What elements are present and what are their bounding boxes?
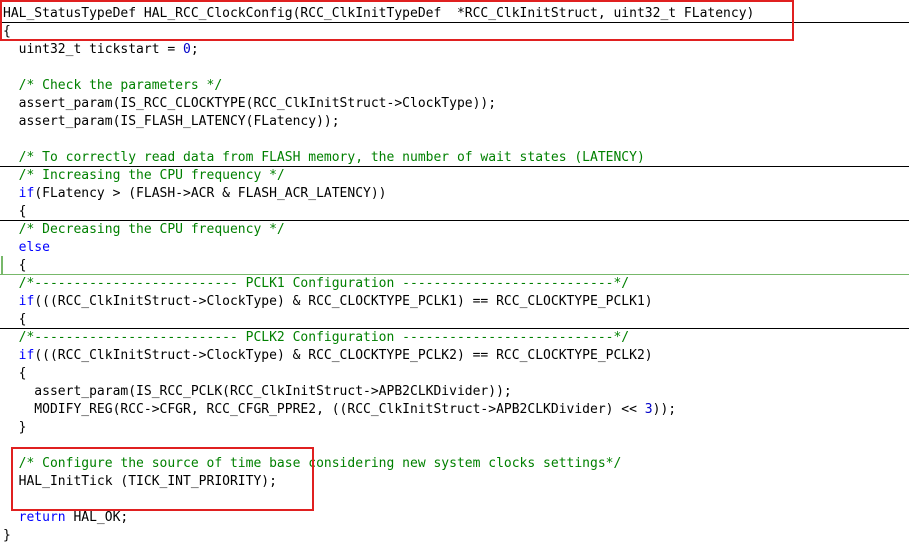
code-line[interactable]: if(((RCC_ClkInitStruct->ClockType) & RCC… bbox=[0, 347, 909, 365]
code-line-text: HAL_InitTick (TICK_INT_PRIORITY); bbox=[3, 473, 277, 491]
code-token-plain: assert_param(IS_RCC_PCLK(RCC_ClkInitStru… bbox=[3, 384, 512, 399]
code-line-text: { bbox=[3, 311, 27, 329]
code-token-keyword: else bbox=[18, 240, 50, 255]
code-token-plain: HAL_StatusTypeDef HAL_RCC_ClockConfig(RC… bbox=[3, 6, 755, 21]
code-token-keyword: if bbox=[18, 348, 35, 363]
code-token-plain: { bbox=[3, 366, 27, 381]
code-line[interactable]: assert_param(IS_FLASH_LATENCY(FLatency))… bbox=[0, 113, 909, 131]
code-line-text: { bbox=[3, 257, 27, 275]
code-line[interactable]: { bbox=[0, 365, 909, 383]
code-line-text: /* Check the parameters */ bbox=[3, 77, 223, 95]
code-token-plain: HAL_OK; bbox=[65, 510, 129, 525]
code-line[interactable]: else bbox=[0, 239, 909, 257]
code-line[interactable]: { bbox=[0, 23, 909, 41]
code-line[interactable]: return HAL_OK; bbox=[0, 509, 909, 527]
code-line-text: /* Configure the source of time base con… bbox=[3, 455, 622, 473]
code-token-number: 0 bbox=[183, 42, 191, 57]
code-line-text: { bbox=[3, 365, 27, 383]
code-line[interactable] bbox=[0, 491, 909, 509]
code-line-text: { bbox=[3, 203, 27, 221]
code-line-text: } bbox=[3, 419, 27, 437]
code-token-plain: uint32_t tickstart = bbox=[3, 42, 184, 57]
code-token-number: 3 bbox=[644, 402, 653, 417]
code-line-text: if(FLatency > (FLASH->ACR & FLASH_ACR_LA… bbox=[3, 185, 387, 203]
code-line-text: MODIFY_REG(RCC->CFGR, RCC_CFGR_PPRE2, ((… bbox=[3, 401, 676, 419]
code-line-text: HAL_StatusTypeDef HAL_RCC_ClockConfig(RC… bbox=[3, 5, 754, 23]
code-line-text: /* Decreasing the CPU frequency */ bbox=[3, 221, 285, 239]
code-line[interactable]: if(FLatency > (FLASH->ACR & FLASH_ACR_LA… bbox=[0, 185, 909, 203]
code-line[interactable]: { bbox=[0, 311, 909, 329]
code-line[interactable]: if(((RCC_ClkInitStruct->ClockType) & RCC… bbox=[0, 293, 909, 311]
code-token-plain: { bbox=[3, 258, 27, 273]
code-line[interactable]: assert_param(IS_RCC_PCLK(RCC_ClkInitStru… bbox=[0, 383, 909, 401]
code-token-plain: ; bbox=[190, 42, 199, 57]
code-token-plain: } bbox=[3, 528, 11, 543]
code-token-plain: (FLatency > (FLASH->ACR & FLASH_ACR_LATE… bbox=[34, 186, 387, 201]
code-line-text: /* To correctly read data from FLASH mem… bbox=[3, 149, 645, 167]
code-line-text: { bbox=[3, 23, 11, 41]
code-token-comment: /* Increasing the CPU frequency */ bbox=[3, 168, 285, 183]
code-line-text: /* Increasing the CPU frequency */ bbox=[3, 167, 285, 185]
code-line-text: assert_param(IS_FLASH_LATENCY(FLatency))… bbox=[3, 113, 340, 131]
code-token-plain: } bbox=[3, 420, 27, 435]
code-token-comment: /* To correctly read data from FLASH mem… bbox=[3, 150, 645, 165]
code-line[interactable]: /*-------------------------- PCLK2 Confi… bbox=[0, 329, 909, 347]
code-token-plain: MODIFY_REG(RCC->CFGR, RCC_CFGR_PPRE2, ((… bbox=[3, 402, 645, 417]
code-line[interactable]: uint32_t tickstart = 0; bbox=[0, 41, 909, 59]
code-line[interactable]: /*-------------------------- PCLK1 Confi… bbox=[0, 275, 909, 293]
code-token-plain: assert_param(IS_RCC_CLOCKTYPE(RCC_ClkIni… bbox=[3, 96, 497, 111]
code-line-text: } bbox=[3, 527, 11, 545]
code-line-text: if(((RCC_ClkInitStruct->ClockType) & RCC… bbox=[3, 293, 653, 311]
code-line[interactable] bbox=[0, 131, 909, 149]
code-token-plain: )); bbox=[652, 402, 677, 417]
code-line[interactable]: MODIFY_REG(RCC->CFGR, RCC_CFGR_PPRE2, ((… bbox=[0, 401, 909, 419]
code-line[interactable]: /* Decreasing the CPU frequency */ bbox=[0, 221, 909, 239]
code-line[interactable]: { bbox=[0, 203, 909, 221]
code-token-plain: { bbox=[3, 24, 11, 39]
code-line-text: return HAL_OK; bbox=[3, 509, 129, 527]
code-line[interactable]: } bbox=[0, 419, 909, 437]
code-line[interactable] bbox=[0, 437, 909, 455]
code-token-comment: /*-------------------------- PCLK2 Confi… bbox=[3, 330, 630, 345]
code-line-text: assert_param(IS_RCC_PCLK(RCC_ClkInitStru… bbox=[3, 383, 512, 401]
code-token-plain: HAL_InitTick (TICK_INT_PRIORITY); bbox=[3, 474, 277, 489]
code-line[interactable]: { bbox=[0, 257, 909, 275]
code-token-plain: { bbox=[3, 312, 27, 327]
code-line[interactable] bbox=[0, 59, 909, 77]
code-token-plain: (((RCC_ClkInitStruct->ClockType) & RCC_C… bbox=[34, 294, 653, 309]
code-line-text: assert_param(IS_RCC_CLOCKTYPE(RCC_ClkIni… bbox=[3, 95, 496, 113]
code-token-keyword: if bbox=[18, 186, 35, 201]
code-line[interactable]: HAL_StatusTypeDef HAL_RCC_ClockConfig(RC… bbox=[0, 5, 909, 23]
code-editor[interactable]: HAL_StatusTypeDef HAL_RCC_ClockConfig(RC… bbox=[0, 0, 909, 553]
code-line[interactable]: /* Check the parameters */ bbox=[0, 77, 909, 95]
code-line[interactable]: /* Configure the source of time base con… bbox=[0, 455, 909, 473]
code-line-text: uint32_t tickstart = 0; bbox=[3, 41, 199, 59]
code-line[interactable]: } bbox=[0, 527, 909, 545]
code-token-keyword: return bbox=[18, 510, 66, 525]
code-line[interactable]: HAL_InitTick (TICK_INT_PRIORITY); bbox=[0, 473, 909, 491]
code-line-text: /*-------------------------- PCLK1 Confi… bbox=[3, 275, 630, 293]
code-token-comment: /* Decreasing the CPU frequency */ bbox=[3, 222, 285, 237]
code-line[interactable]: /* To correctly read data from FLASH mem… bbox=[0, 149, 909, 167]
code-line-text: /*-------------------------- PCLK2 Confi… bbox=[3, 329, 630, 347]
code-line[interactable]: /* Increasing the CPU frequency */ bbox=[0, 167, 909, 185]
code-token-comment: /*-------------------------- PCLK1 Confi… bbox=[3, 276, 630, 291]
code-token-comment: /* Check the parameters */ bbox=[3, 78, 223, 93]
code-line-text: if(((RCC_ClkInitStruct->ClockType) & RCC… bbox=[3, 347, 653, 365]
code-token-comment: /* Configure the source of time base con… bbox=[3, 456, 622, 471]
code-token-plain: assert_param(IS_FLASH_LATENCY(FLatency))… bbox=[3, 114, 340, 129]
code-line-text: else bbox=[3, 239, 50, 257]
code-token-plain: (((RCC_ClkInitStruct->ClockType) & RCC_C… bbox=[34, 348, 653, 363]
code-token-plain: { bbox=[3, 204, 27, 219]
code-line[interactable]: assert_param(IS_RCC_CLOCKTYPE(RCC_ClkIni… bbox=[0, 95, 909, 113]
code-token-keyword: if bbox=[18, 294, 35, 309]
